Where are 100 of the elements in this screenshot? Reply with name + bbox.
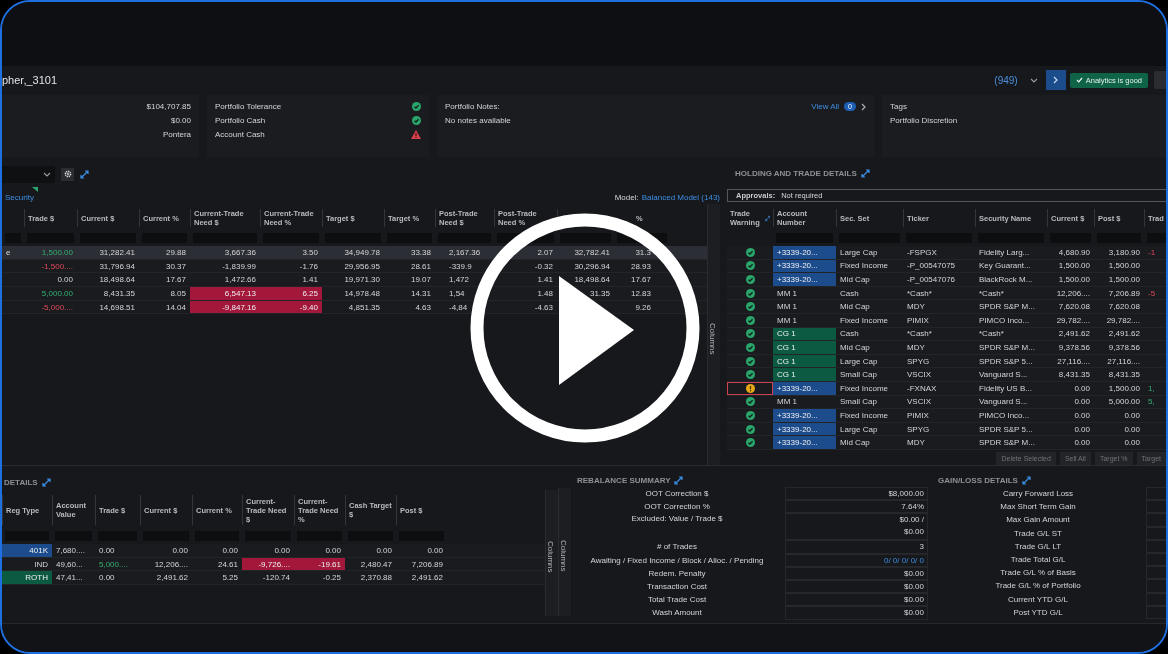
table-cell-text: 5, [1147, 396, 1156, 409]
table-cell-text: Fidelity Larg... [978, 246, 1031, 259]
table-cell-text: 19,971.30 [343, 274, 381, 287]
table-cell-text: 0.00 [375, 544, 393, 557]
table-cell-text: -339.9 [448, 260, 473, 273]
table-cell-text: 4.63 [414, 301, 432, 314]
table-cell-text: 7,620.08 [1107, 301, 1141, 313]
columns-tab[interactable]: Columns [707, 204, 720, 465]
summary-label: OOT Correction $ [644, 488, 710, 500]
summary-label: Excluded: Value / Trade $ [630, 513, 724, 526]
expand-icon[interactable] [1021, 476, 1031, 485]
expand-icon[interactable] [80, 169, 89, 179]
table-cell-text: -0.25 [321, 572, 342, 585]
table-cell-text: MDY [906, 437, 926, 449]
table-cell-text: 2.07 [536, 246, 554, 259]
next-button[interactable] [1045, 70, 1066, 90]
table-cell-text: 31.35 [588, 287, 611, 300]
table-cell-text: 2,480.47 [359, 558, 393, 571]
table-cell-text: -4.63 [533, 301, 554, 314]
table-cell-text: 27,116.... [1056, 355, 1091, 368]
table-cell-text: 0.00 [1073, 396, 1091, 409]
table-cell-text: Small Cap [839, 396, 878, 409]
summary-label: Trade Total G/L [1009, 553, 1067, 566]
table-cell-text: 1,500.00 [1057, 274, 1091, 286]
summary-label: Max Gain Amount [1005, 514, 1071, 527]
table-cell-text: 7,206.89 [410, 558, 444, 571]
tags-title: Tags [890, 102, 908, 111]
table-cell-text: 0.00 [1123, 409, 1141, 422]
table-cell-text: 31.3 [634, 246, 652, 259]
table-cell-text: 5,000.00 [40, 287, 74, 300]
chevron-right-icon [861, 102, 866, 111]
table-cell-text: 1,500.00 [40, 246, 74, 259]
model-label: Model: [614, 193, 639, 202]
expand-icon[interactable] [860, 168, 870, 178]
settings-icon [63, 170, 72, 178]
table-cell: +3339-20... [773, 409, 836, 422]
table-cell: CG 1 [773, 368, 836, 381]
table-cell-text: -4,84 [448, 301, 469, 314]
dropdown[interactable] [2, 165, 55, 183]
table-cell-text: 17.67 [164, 274, 187, 287]
table-cell-text: 7,206.89 [1107, 287, 1141, 300]
view-all-link[interactable]: View All [811, 102, 840, 111]
columns-tab[interactable]: Columns [558, 488, 571, 616]
expand-icon[interactable] [41, 477, 51, 487]
table-cell: ROTH [2, 571, 52, 585]
table-cell-text: 0.00 [221, 544, 239, 557]
table-cell-text: Cash [839, 328, 860, 341]
table-cell-text: Fixed Income [839, 382, 890, 395]
table-cell-text: -1,500.... [40, 260, 74, 273]
account-count: (949) [994, 74, 1018, 86]
table-cell-text: 0.00 [324, 544, 342, 557]
table-cell: 6,547.13 [190, 287, 260, 300]
table-cell-text: 8,431.35 [1107, 369, 1141, 381]
columns-tab[interactable]: Columns [545, 490, 558, 616]
expand-icon[interactable] [764, 213, 770, 223]
filter-field[interactable] [617, 233, 667, 243]
table-cell-text: SPDR S&P 5... [978, 423, 1034, 436]
table-cell-text: 34,949.78 [343, 246, 381, 259]
table-cell-text: 18,498.64 [573, 274, 611, 287]
corner-marker-icon [32, 187, 38, 192]
focused-cell[interactable] [727, 381, 773, 395]
table-cell-text: 30,296.94 [573, 260, 611, 273]
summary-label: Trade G/L % of Basis [999, 567, 1077, 580]
table-cell-text: Large Cap [839, 355, 879, 368]
table-cell-text: VSCIX [906, 369, 932, 381]
table-cell-text: MM 1 [776, 287, 798, 300]
table-cell-text: 2,491.62 [1057, 328, 1091, 341]
toolbar-button[interactable] [1154, 71, 1166, 89]
summary-label: Transaction Cost [645, 580, 709, 593]
table-cell-text: 1,500.00 [1107, 382, 1141, 395]
filter-field[interactable] [497, 233, 554, 243]
table-cell-text: 0.00 [98, 572, 116, 585]
table-cell-text: Key Guarant... [978, 260, 1032, 273]
table-cell-text: 32,782.41 [573, 246, 611, 259]
table-cell-text: *Cash* [978, 328, 1005, 341]
settings-button[interactable] [61, 167, 74, 181]
table-cell-text: SPDR S&P 5... [978, 355, 1034, 368]
summary-value: $8,000.00 [888, 488, 924, 500]
table-cell-text: 1,472 [448, 274, 471, 287]
table-cell-text: 0.00 [1123, 437, 1141, 449]
expand-icon[interactable] [674, 476, 684, 485]
summary-value: $0.00 [903, 567, 924, 579]
table-cell-text: MDY [906, 341, 926, 354]
table-cell-text: -FSPGX [906, 246, 938, 259]
table-cell-text: -120.74 [261, 572, 291, 585]
table-cell-text: VSCIX [906, 396, 932, 409]
table-cell-text: 29,782.... [1105, 314, 1141, 327]
table-cell-text: 0.00 [1123, 423, 1141, 436]
security-tab[interactable]: Security [5, 193, 34, 202]
table-cell-text: 5.25 [221, 572, 239, 585]
table-cell-text: 31,796.94 [98, 260, 136, 273]
table-cell-text: -FXNAX [906, 382, 938, 395]
summary-label: Current YTD G/L [1007, 593, 1069, 606]
model-link[interactable]: Balanced Model (143) [641, 193, 720, 202]
table-cell: 401K [2, 544, 52, 557]
table-cell-text: 0.00 [1073, 409, 1091, 422]
table-cell-text: 4,680.90 [1057, 246, 1091, 259]
table-cell-text: 29,782.... [1055, 314, 1091, 327]
table-cell-text: 9.26 [634, 301, 652, 314]
summary-value: $0.00 [903, 607, 924, 619]
